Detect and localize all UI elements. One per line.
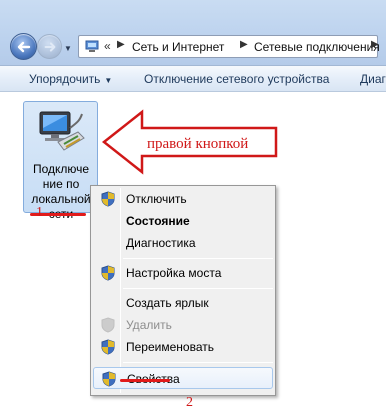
annotation-marker-1: 1 — [36, 205, 43, 220]
menu-item-label: Отключить — [126, 192, 187, 206]
menu-item-create-shortcut[interactable]: Создать ярлык — [93, 292, 273, 314]
breadcrumb-separator-icon[interactable]: ▶ — [117, 39, 125, 50]
organize-button[interactable]: Упорядочить ▼ — [29, 72, 112, 86]
menu-item-properties[interactable]: Свойства — [93, 367, 273, 389]
address-overflow[interactable]: « — [104, 39, 111, 53]
annotation-marker-2: 2 — [186, 395, 193, 410]
shield-icon — [101, 191, 115, 207]
command-bar: Упорядочить ▼ Отключение сетевого устройс… — [0, 66, 386, 92]
breadcrumb-network-internet[interactable]: Сеть и Интернет — [132, 40, 224, 54]
context-menu: Отключить Состояние Диагностика Настройк… — [90, 185, 276, 396]
network-adapter-icon — [39, 111, 85, 151]
breadcrumb-network-connections[interactable]: Сетевые подключения — [254, 40, 380, 54]
shield-icon — [102, 371, 116, 387]
diagnose-button[interactable]: Диаг — [360, 72, 386, 86]
menu-item-label: Создать ярлык — [126, 296, 209, 310]
breadcrumb-separator-icon[interactable]: ▶ — [240, 39, 248, 50]
menu-item-rename[interactable]: Переименовать — [93, 336, 273, 358]
arrow-right-icon — [44, 42, 56, 52]
annotation-text: правой кнопкой — [147, 136, 249, 152]
shield-icon — [101, 317, 115, 333]
window-titlebar: ▼ « ▶ Сеть и Интернет ▶ Сетевые подключе… — [0, 0, 386, 66]
menu-item-status[interactable]: Состояние — [93, 210, 273, 232]
menu-item-diagnostics[interactable]: Диагностика — [93, 232, 273, 254]
menu-item-label: Состояние — [126, 214, 190, 228]
connection-label-line: Подключе — [32, 162, 90, 176]
menu-item-label: Настройка моста — [126, 266, 222, 280]
forward-button[interactable] — [37, 34, 62, 59]
back-button[interactable] — [10, 33, 37, 60]
local-area-connection[interactable]: Подключе ние по локальной сети — [23, 101, 98, 221]
organize-label: Упорядочить — [29, 72, 101, 86]
menu-separator — [123, 258, 273, 259]
menu-item-bridge[interactable]: Настройка моста — [93, 262, 273, 284]
menu-item-label: Удалить — [126, 318, 172, 332]
connection-label-line: ние по — [42, 177, 80, 191]
network-folder-icon — [85, 40, 99, 52]
shield-icon — [101, 339, 115, 355]
chevron-down-icon: ▼ — [104, 76, 113, 85]
disable-device-button[interactable]: Отключение сетевого устройства — [144, 72, 329, 86]
menu-item-label: Диагностика — [126, 236, 196, 250]
breadcrumb-separator-icon[interactable]: ▶ — [371, 39, 379, 50]
recent-pages-dropdown[interactable]: ▼ — [64, 44, 72, 53]
menu-item-label: Переименовать — [126, 340, 214, 354]
menu-separator — [123, 362, 273, 363]
shield-icon — [101, 265, 115, 281]
menu-item-delete: Удалить — [93, 314, 273, 336]
address-bar[interactable]: « ▶ Сеть и Интернет ▶ Сетевые подключени… — [78, 35, 380, 58]
menu-separator — [123, 288, 273, 289]
arrow-left-icon — [17, 41, 31, 53]
menu-item-disable[interactable]: Отключить — [93, 188, 273, 210]
annotation-underline-2 — [120, 379, 170, 382]
